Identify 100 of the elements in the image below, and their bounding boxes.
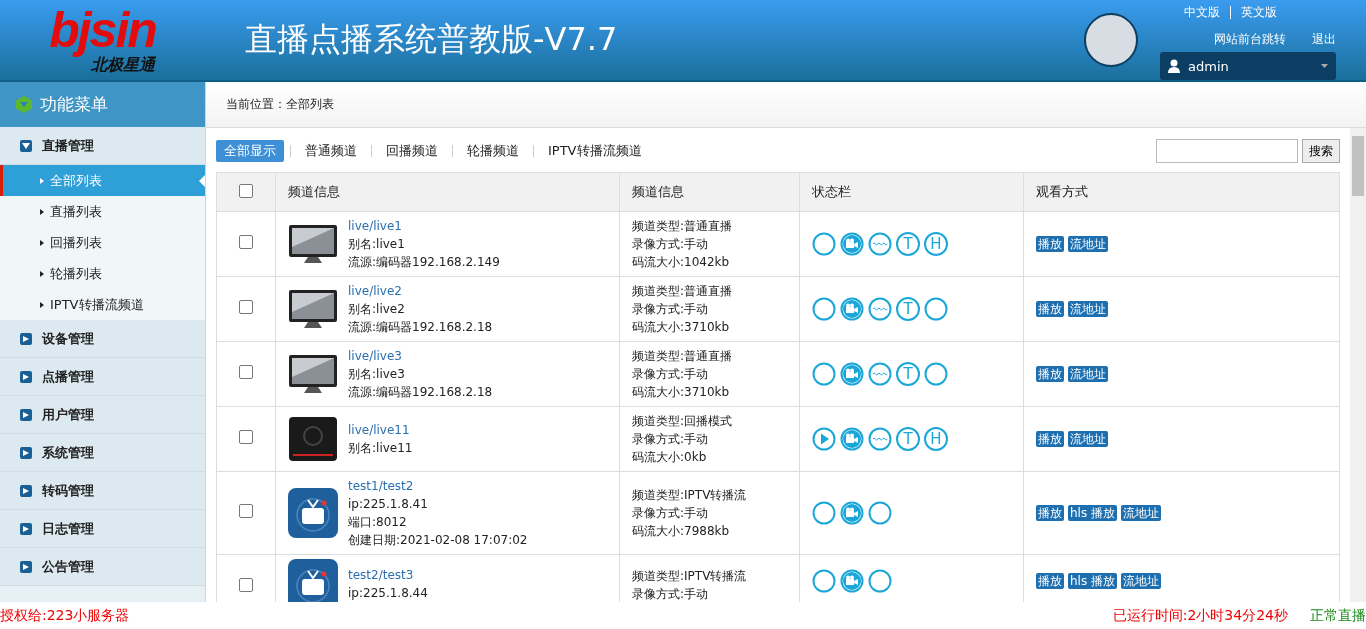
circle-icon: [812, 232, 836, 256]
channel-info: 录像方式:手动: [632, 586, 710, 602]
menu-group[interactable]: 日志管理: [0, 510, 205, 548]
channel-detail: 端口:8012: [348, 514, 408, 531]
watch-button[interactable]: 播放: [1036, 366, 1064, 382]
select-all-checkbox[interactable]: [239, 183, 253, 198]
sidebar-header: 功能菜单: [0, 82, 205, 127]
channel-info: 录像方式:手动: [632, 301, 710, 318]
watch-button[interactable]: 流地址: [1068, 236, 1108, 252]
channel-info: 码流大小:3710kb: [632, 319, 731, 336]
row-checkbox[interactable]: [239, 234, 253, 249]
watch-button[interactable]: 播放: [1036, 573, 1064, 589]
header-link[interactable]: 退出: [1312, 31, 1336, 48]
channel-detail: 别名:live1: [348, 236, 406, 253]
circle-icon: [812, 501, 836, 525]
watch-button[interactable]: 流地址: [1068, 366, 1108, 382]
wave-icon: [868, 297, 892, 321]
channel-link[interactable]: test2/test3: [348, 566, 428, 584]
monitor-icon: [288, 353, 338, 395]
row-checkbox[interactable]: [239, 577, 253, 592]
menu-item[interactable]: 全部列表: [0, 165, 205, 196]
channel-detail: 别名:live2: [348, 301, 406, 318]
menu-item[interactable]: 直播列表: [0, 196, 205, 227]
menu-group[interactable]: 系统管理: [0, 434, 205, 472]
video-camera-icon: [840, 297, 864, 321]
menu-group[interactable]: 公告管理: [0, 548, 205, 586]
watch-button[interactable]: 流地址: [1068, 431, 1108, 447]
row-checkbox[interactable]: [239, 364, 253, 379]
watch-button[interactable]: 流地址: [1121, 573, 1161, 589]
channel-detail: 别名:live3: [348, 366, 406, 383]
row-checkbox[interactable]: [239, 429, 253, 444]
channel-info: 录像方式:手动: [632, 431, 710, 448]
avatar: [1084, 13, 1138, 67]
column-header: 频道信息: [275, 172, 620, 212]
channel-link[interactable]: live/live1: [348, 217, 500, 235]
filter-tab[interactable]: 普通频道: [297, 140, 365, 162]
menu-group[interactable]: 转码管理: [0, 472, 205, 510]
scrollbar[interactable]: [1350, 128, 1366, 602]
filter-tab[interactable]: 回播频道: [378, 140, 446, 162]
collapsed-icon: [20, 522, 32, 535]
search-button[interactable]: 搜索: [1302, 139, 1340, 163]
channel-info: 录像方式:手动: [632, 236, 710, 253]
row-checkbox[interactable]: [239, 299, 253, 314]
filter-tab[interactable]: 轮播频道: [459, 140, 527, 162]
channel-info: 码流大小:7988kb: [632, 523, 731, 540]
app-title: 直播点播系统普教版-V7.7: [245, 19, 619, 60]
circle-icon: [812, 362, 836, 386]
menu-item[interactable]: IPTV转播流频道: [0, 289, 205, 320]
channel-info: 码流大小:0kb: [632, 449, 708, 466]
header-link[interactable]: 网站前台跳转: [1214, 31, 1286, 48]
circle-icon: [924, 362, 948, 386]
channel-detail: 流源:编码器192.168.2.18: [348, 319, 493, 336]
menu-group[interactable]: 设备管理: [0, 320, 205, 358]
watch-button[interactable]: hls 播放: [1068, 573, 1117, 589]
monitor-icon: [288, 288, 338, 330]
row-checkbox[interactable]: [239, 503, 253, 518]
status-letter-icon: T: [896, 427, 920, 451]
menu-item[interactable]: 回播列表: [0, 227, 205, 258]
video-player-icon: [288, 416, 338, 462]
channel-info: 频道类型:回播模式: [632, 413, 734, 430]
column-header: 频道信息: [619, 172, 800, 212]
breadcrumb: 当前位置：全部列表: [226, 96, 334, 113]
channel-info: 录像方式:手动: [632, 366, 710, 383]
watch-button[interactable]: 流地址: [1068, 301, 1108, 317]
filter-tab[interactable]: 全部显示: [216, 140, 284, 162]
channel-detail: ip:225.1.8.44: [348, 585, 428, 602]
column-header: 状态栏: [799, 172, 1024, 212]
user-dropdown[interactable]: admin: [1160, 52, 1336, 80]
video-camera-icon: [840, 362, 864, 386]
menu-group[interactable]: 用户管理: [0, 396, 205, 434]
channel-link[interactable]: live/live3: [348, 347, 493, 365]
channel-info: 频道类型:普通直播: [632, 218, 734, 235]
collapsed-icon: [20, 408, 32, 421]
status-text: 正常直播: [1310, 606, 1366, 625]
watch-button[interactable]: 播放: [1036, 505, 1064, 521]
menu-item[interactable]: 轮播列表: [0, 258, 205, 289]
circle-icon: [812, 297, 836, 321]
channel-link[interactable]: live/live11: [348, 421, 413, 439]
watch-button[interactable]: 播放: [1036, 431, 1064, 447]
language-link[interactable]: 英文版: [1241, 4, 1277, 21]
watch-button[interactable]: hls 播放: [1068, 505, 1117, 521]
collapsed-icon: [20, 370, 32, 383]
search-field[interactable]: [1156, 139, 1298, 163]
filter-tab[interactable]: IPTV转播流频道: [540, 140, 650, 162]
wave-icon: [868, 232, 892, 256]
menu-group[interactable]: 直播管理: [0, 127, 205, 165]
menu-group[interactable]: 点播管理: [0, 358, 205, 396]
watch-button[interactable]: 流地址: [1121, 505, 1161, 521]
circle-icon: [924, 297, 948, 321]
tv-app-icon: [288, 488, 338, 538]
monitor-icon: [288, 223, 338, 265]
channel-link[interactable]: test1/test2: [348, 477, 528, 495]
watch-button[interactable]: 播放: [1036, 301, 1064, 317]
channel-info: 频道类型:IPTV转播流: [632, 487, 748, 504]
watch-button[interactable]: 播放: [1036, 236, 1064, 252]
language-link[interactable]: 中文版: [1184, 4, 1220, 21]
uptime-text: 已运行时间:2小时34分24秒: [1112, 606, 1288, 625]
channel-link[interactable]: live/live2: [348, 282, 493, 300]
expanded-icon: [20, 139, 32, 152]
channel-info: 频道类型:普通直播: [632, 348, 734, 365]
